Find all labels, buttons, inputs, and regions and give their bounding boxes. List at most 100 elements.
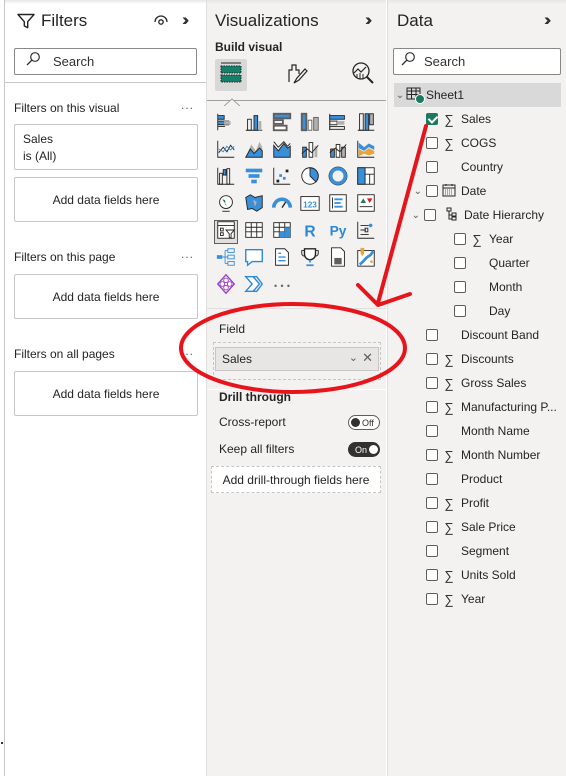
field-row[interactable]: Segment — [388, 539, 566, 563]
field-checkbox[interactable] — [426, 425, 438, 437]
viz-matrix-button[interactable] — [270, 220, 294, 244]
chevron-down-icon[interactable]: ⌄ — [388, 186, 426, 197]
table-node-sheet1[interactable]: ⌄ Sheet1 — [394, 83, 561, 107]
visual-filter-drop-zone[interactable]: Add data fields here — [14, 177, 198, 222]
viz-more-visuals-button[interactable] — [270, 274, 294, 298]
viz-decomposition-tree-button[interactable] — [214, 247, 238, 271]
field-pill-sales[interactable]: Sales ⌄ ✕ — [215, 347, 379, 371]
page-filter-drop-zone[interactable]: Add data fields here — [14, 274, 198, 319]
chevron-down-icon[interactable]: ⌄ — [388, 210, 424, 221]
field-row[interactable]: ∑ Sale Price — [388, 515, 566, 539]
viz-python-visual-button[interactable]: Py — [326, 220, 350, 244]
viz-power-apps-button[interactable] — [214, 273, 238, 298]
field-checkbox[interactable] — [426, 185, 438, 197]
field-row[interactable]: ∑ Discounts — [388, 347, 566, 371]
field-checkbox[interactable] — [426, 329, 438, 341]
filter-card-sales[interactable]: Sales is (All) — [14, 124, 198, 170]
field-checkbox[interactable] — [426, 569, 438, 581]
format-visual-tab[interactable] — [281, 59, 313, 91]
field-checkbox[interactable] — [454, 257, 466, 269]
field-checkbox[interactable] — [426, 137, 438, 149]
viz-key-influencers-button[interactable] — [354, 220, 378, 244]
field-checkbox[interactable] — [426, 353, 438, 365]
field-row[interactable]: ∑ Profit — [388, 491, 566, 515]
field-row[interactable]: ∑ Manufacturing P... — [388, 395, 566, 419]
field-row[interactable]: Discount Band — [388, 323, 566, 347]
close-icon[interactable]: ✕ — [362, 350, 373, 366]
field-row[interactable]: Month — [388, 275, 566, 299]
viz-table-button[interactable] — [242, 220, 266, 244]
field-row[interactable]: ∑ Units Sold — [388, 563, 566, 587]
collapse-data-icon[interactable]: ›› — [544, 10, 552, 30]
viz-pie-chart-button[interactable] — [298, 166, 322, 190]
build-visual-tab[interactable] — [215, 59, 247, 91]
more-options-icon[interactable]: ... — [181, 344, 194, 358]
field-checkbox[interactable] — [426, 593, 438, 605]
all-pages-filter-drop-zone[interactable]: Add data fields here — [14, 371, 198, 416]
viz-goals-button[interactable] — [298, 247, 322, 271]
chevron-down-icon[interactable]: ⌄ — [394, 90, 406, 101]
viz-card-button[interactable]: 123 — [298, 193, 322, 217]
field-checkbox[interactable] — [426, 161, 438, 173]
viz-line-and-clustered-column-chart-button[interactable] — [326, 139, 350, 163]
field-row[interactable]: ∑ Year — [388, 227, 566, 251]
field-checkbox[interactable] — [426, 497, 438, 509]
field-row[interactable]: Quarter — [388, 251, 566, 275]
field-checkbox[interactable] — [426, 545, 438, 557]
keep-all-filters-toggle[interactable]: On — [348, 442, 380, 457]
field-row[interactable]: Month Name — [388, 419, 566, 443]
field-checkbox[interactable] — [426, 449, 438, 461]
drill-through-drop-zone[interactable]: Add drill-through fields here — [211, 466, 381, 493]
field-well[interactable]: Sales ⌄ ✕ — [213, 342, 381, 380]
viz-donut-chart-button[interactable] — [326, 166, 350, 190]
viz-map-button[interactable] — [214, 193, 238, 217]
data-search-input[interactable]: Search — [393, 48, 561, 75]
filters-search-input[interactable]: Search — [14, 48, 197, 75]
viz-stacked-bar-chart-button[interactable] — [214, 112, 238, 136]
viz-azure-map-button[interactable] — [354, 247, 378, 271]
viz-area-chart-button[interactable] — [242, 139, 266, 163]
field-checkbox[interactable] — [426, 401, 438, 413]
viz-100-stacked-column-chart-button[interactable] — [354, 112, 378, 136]
field-checkbox[interactable] — [426, 521, 438, 533]
viz-line-chart-button[interactable] — [214, 139, 238, 163]
viz-stacked-column-chart-button[interactable] — [242, 112, 266, 136]
viz-kpi-button[interactable] — [354, 193, 378, 217]
viz-filled-map-button[interactable] — [242, 193, 266, 217]
field-row[interactable]: ∑ Year — [388, 587, 566, 611]
field-row[interactable]: ⌄ Date Hierarchy — [388, 203, 566, 227]
field-row[interactable]: Day — [388, 299, 566, 323]
field-row[interactable]: Country — [388, 155, 566, 179]
analytics-tab[interactable] — [347, 59, 379, 91]
collapse-visualizations-icon[interactable]: ›› — [365, 10, 373, 30]
eye-icon[interactable] — [153, 12, 169, 33]
viz-multi-row-card-button[interactable] — [326, 193, 350, 217]
field-checkbox[interactable] — [454, 233, 466, 245]
field-checkbox[interactable] — [454, 305, 466, 317]
viz-slicer-button[interactable] — [214, 220, 238, 244]
field-checkbox[interactable] — [454, 281, 466, 293]
cross-report-toggle[interactable]: Off — [348, 415, 380, 430]
more-options-icon[interactable]: ... — [181, 247, 194, 261]
viz-scatter-chart-button[interactable] — [270, 166, 294, 190]
viz-paginated-report-button[interactable] — [326, 246, 350, 271]
field-row[interactable]: ∑ Sales — [388, 107, 566, 131]
viz-power-automate-button[interactable] — [242, 274, 266, 298]
more-options-icon[interactable]: ... — [181, 98, 194, 112]
viz-stacked-area-chart-button[interactable] — [270, 139, 294, 163]
field-checkbox[interactable] — [424, 209, 436, 221]
field-checkbox[interactable] — [426, 473, 438, 485]
chevron-down-icon[interactable]: ⌄ — [349, 351, 358, 364]
viz-qa-button[interactable] — [242, 247, 266, 271]
field-row[interactable]: ∑ Gross Sales — [388, 371, 566, 395]
viz-ribbon-chart-button[interactable] — [354, 139, 378, 163]
collapse-filters-icon[interactable]: ›› — [182, 10, 190, 30]
viz-r-script-visual-button[interactable]: R — [298, 220, 322, 244]
viz-treemap-button[interactable] — [354, 166, 378, 190]
viz-waterfall-chart-button[interactable] — [214, 166, 238, 190]
field-row[interactable]: ⌄ Date — [388, 179, 566, 203]
viz-line-and-stacked-column-chart-button[interactable] — [298, 139, 322, 163]
viz-gauge-button[interactable] — [270, 193, 294, 217]
field-checkbox[interactable] — [426, 377, 438, 389]
viz-funnel-chart-button[interactable] — [242, 166, 266, 190]
